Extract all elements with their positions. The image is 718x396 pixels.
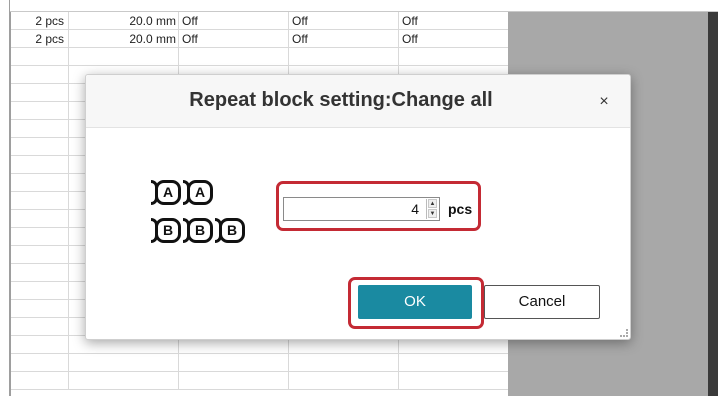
- table-row[interactable]: [11, 48, 508, 66]
- left-frame: [0, 0, 10, 396]
- block-a-icon: A: [187, 180, 213, 205]
- vertical-scrollbar[interactable]: [708, 12, 718, 396]
- cell-length: 20.0 mm: [69, 30, 179, 48]
- resize-grip-icon[interactable]: [620, 329, 628, 337]
- quantity-stepper[interactable]: ▲ ▼: [426, 199, 437, 219]
- block-b-icon: B: [219, 218, 245, 243]
- block-b-icon: B: [187, 218, 213, 243]
- block-a-icon: A: [155, 180, 181, 205]
- cell-count: 2 pcs: [11, 12, 69, 30]
- table-row[interactable]: [11, 354, 508, 372]
- dialog-title: Repeat block setting:Change all: [189, 89, 493, 111]
- table-row[interactable]: 2 pcs 20.0 mm Off Off Off: [11, 30, 508, 48]
- cell-setting: Off: [289, 30, 399, 48]
- dialog-header: Repeat block setting:Change all ×: [86, 75, 630, 128]
- spin-down-icon[interactable]: ▼: [428, 209, 437, 218]
- ok-button[interactable]: OK: [358, 285, 472, 319]
- table-row[interactable]: 2 pcs 20.0 mm Off Off Off: [11, 12, 508, 30]
- cell-setting: Off: [179, 30, 289, 48]
- close-icon[interactable]: ×: [594, 92, 614, 112]
- top-edge: [0, 0, 718, 12]
- screen: 2 pcs 20.0 mm Off Off Off 2 pcs 20.0 mm …: [0, 0, 718, 396]
- quantity-unit-label: pcs: [448, 201, 473, 217]
- cell-setting: Off: [179, 12, 289, 30]
- cell-setting: Off: [399, 30, 508, 48]
- cell-length: 20.0 mm: [69, 12, 179, 30]
- cancel-button[interactable]: Cancel: [484, 285, 600, 319]
- spin-up-icon[interactable]: ▲: [428, 199, 437, 208]
- table-row[interactable]: [11, 372, 508, 390]
- block-b-icon: B: [155, 218, 181, 243]
- cell-setting: Off: [289, 12, 399, 30]
- quantity-input[interactable]: 4: [283, 197, 440, 221]
- cell-setting: Off: [399, 12, 508, 30]
- cell-count: 2 pcs: [11, 30, 69, 48]
- repeat-block-dialog: Repeat block setting:Change all × A A B …: [85, 74, 631, 340]
